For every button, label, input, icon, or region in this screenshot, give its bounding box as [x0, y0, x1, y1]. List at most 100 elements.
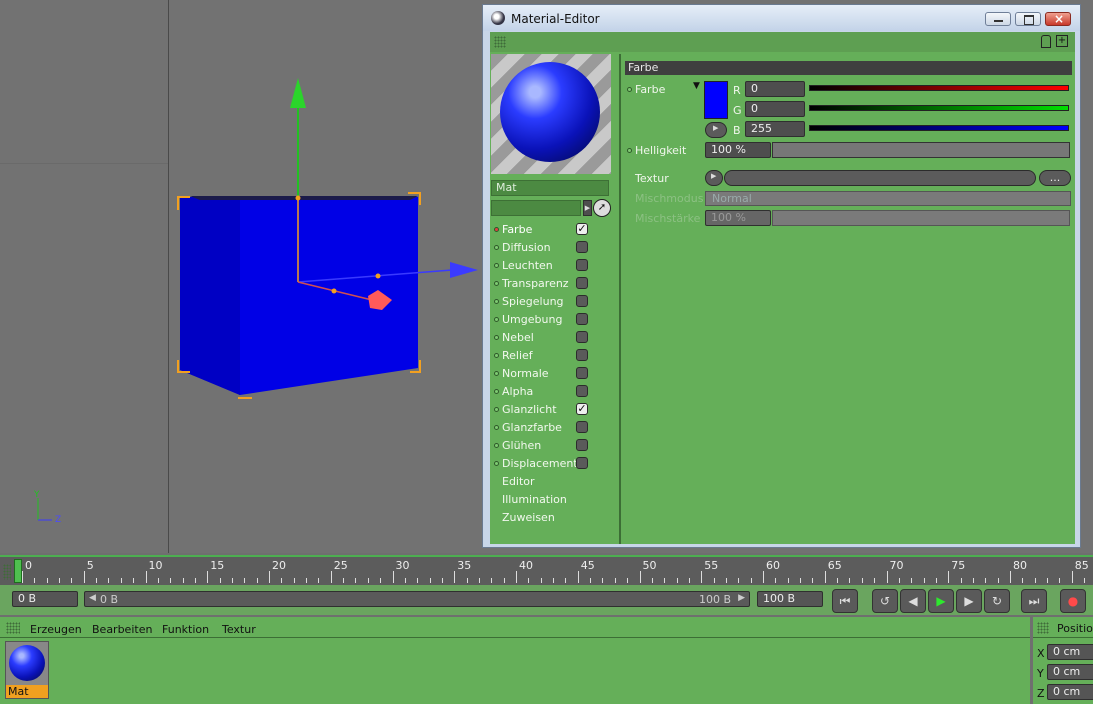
channel-checkbox[interactable] [576, 457, 588, 469]
channel-item[interactable]: Editor [491, 473, 616, 491]
step-forward-button[interactable]: ▶ [956, 589, 982, 613]
timeline-tick [491, 578, 493, 583]
preview-range-slider[interactable]: ◀ 0 B 100 B ▶ [84, 591, 750, 607]
color-mode-button[interactable]: ▶ [705, 122, 727, 138]
scene-svg [37, 78, 478, 521]
channel-checkbox[interactable] [576, 331, 588, 343]
timeline-tick-label: 70 [889, 559, 904, 572]
minimize-button[interactable] [985, 12, 1011, 26]
channel-indicator-dot [494, 299, 499, 304]
g-value-field[interactable]: 0 [745, 101, 805, 117]
menu-funktion[interactable]: Funktion [162, 623, 209, 636]
go-to-start-button[interactable]: ⏮ [832, 589, 858, 613]
maximize-button[interactable] [1015, 12, 1041, 26]
channel-label: Alpha [502, 385, 534, 398]
brightness-anim-dot[interactable] [627, 148, 632, 153]
channel-item[interactable]: Spiegelung [491, 293, 616, 311]
pick-cursor-icon[interactable]: ➚ [593, 199, 611, 217]
playhead[interactable] [14, 559, 22, 583]
g-slider[interactable] [809, 105, 1069, 111]
channel-checkbox[interactable] [576, 349, 588, 361]
brightness-field[interactable]: 100 % [705, 142, 771, 158]
menu-textur[interactable]: Textur [222, 623, 256, 636]
step-back-button[interactable]: ◀ [900, 589, 926, 613]
coords-grip-icon[interactable] [1037, 622, 1049, 634]
material-editor-titlebar[interactable]: Material-Editor × [483, 5, 1080, 31]
timeline-tick [429, 578, 431, 583]
color-anim-dot[interactable] [627, 87, 632, 92]
channel-item[interactable]: Diffusion [491, 239, 616, 257]
channel-item[interactable]: Glühen [491, 437, 616, 455]
brightness-slider[interactable] [772, 142, 1070, 158]
play-button[interactable]: ▶ [928, 589, 954, 613]
channel-item[interactable]: Zuweisen [491, 509, 616, 527]
timeline-tick [330, 571, 332, 583]
coord-z-field[interactable]: 0 cm [1047, 684, 1093, 700]
channel-checkbox[interactable] [576, 277, 588, 289]
end-frame-field[interactable]: 100 B [757, 591, 823, 607]
channel-checkbox[interactable] [576, 439, 588, 451]
material-name-field[interactable]: Mat [491, 180, 609, 196]
mix-mode-select[interactable]: Normal [705, 191, 1071, 206]
timeline-tick [281, 578, 283, 583]
texture-browse-button[interactable]: ... [1039, 170, 1071, 186]
timeline-tick [454, 571, 456, 583]
timeline-tick [923, 578, 925, 583]
channel-item[interactable]: Glanzlicht ✓ [491, 401, 616, 419]
channel-item[interactable]: Nebel [491, 329, 616, 347]
menu-erzeugen[interactable]: Erzeugen [30, 623, 82, 636]
range-start-label: 0 B [100, 593, 119, 606]
mix-strength-field[interactable]: 100 % [705, 210, 771, 226]
channel-checkbox[interactable] [576, 295, 588, 307]
menu-bearbeiten[interactable]: Bearbeiten [92, 623, 152, 636]
lock-icon[interactable] [1041, 35, 1051, 48]
channel-item[interactable]: Farbe ✓ [491, 221, 616, 239]
channel-checkbox[interactable]: ✓ [576, 223, 588, 235]
channel-checkbox[interactable] [576, 259, 588, 271]
channel-item[interactable]: Transparenz [491, 275, 616, 293]
close-button[interactable]: × [1045, 12, 1071, 26]
channel-checkbox[interactable] [576, 385, 588, 397]
new-window-icon[interactable]: + [1056, 35, 1068, 47]
channel-item[interactable]: Alpha [491, 383, 616, 401]
timeline-tick [713, 578, 715, 583]
timeline-ruler[interactable]: 0 5 10 15 20 25 30 35 40 45 50 55 60 65 70 75 80 85 [0, 555, 1093, 587]
timeline-tick [553, 578, 555, 583]
channel-item[interactable]: Displacement [491, 455, 616, 473]
mix-strength-slider[interactable] [772, 210, 1070, 226]
r-value-field[interactable]: 0 [745, 81, 805, 97]
channel-item[interactable]: Umgebung [491, 311, 616, 329]
channel-checkbox[interactable] [576, 367, 588, 379]
r-slider[interactable] [809, 85, 1069, 91]
channel-item[interactable]: Normale [491, 365, 616, 383]
channel-item[interactable]: Illumination [491, 491, 616, 509]
material-thumbnail[interactable]: Mat [5, 641, 49, 699]
manager-grip-icon[interactable] [6, 622, 20, 634]
channel-checkbox[interactable]: ✓ [576, 403, 588, 415]
channel-item[interactable]: Glanzfarbe [491, 419, 616, 437]
channel-item[interactable]: Leuchten [491, 257, 616, 275]
loop-back-button[interactable]: ↺ [872, 589, 898, 613]
texture-arrow-button[interactable]: ▶ [705, 170, 723, 186]
color-swatch[interactable] [704, 81, 728, 119]
timeline-tick [96, 578, 98, 583]
channel-checkbox[interactable] [576, 421, 588, 433]
panel-grip-icon[interactable] [494, 36, 506, 48]
material-preview[interactable] [491, 54, 611, 174]
b-slider[interactable] [809, 125, 1069, 131]
loop-forward-button[interactable]: ↻ [984, 589, 1010, 613]
current-frame-field[interactable]: 0 B [12, 591, 78, 607]
color-dropdown-icon[interactable]: ▼ [693, 81, 700, 91]
texture-field[interactable] [724, 170, 1036, 186]
channel-item[interactable]: Relief [491, 347, 616, 365]
coord-y-field[interactable]: 0 cm [1047, 664, 1093, 680]
channel-checkbox[interactable] [576, 241, 588, 253]
timeline-tick [120, 578, 122, 583]
material-layer-field[interactable] [491, 200, 581, 216]
b-value-field[interactable]: 255 [745, 121, 805, 137]
go-to-end-button[interactable]: ⏭ [1021, 589, 1047, 613]
field-arrow-icon[interactable]: ▶ [583, 200, 592, 216]
channel-checkbox[interactable] [576, 313, 588, 325]
coord-x-field[interactable]: 0 cm [1047, 644, 1093, 660]
record-button[interactable]: ● [1060, 589, 1086, 613]
